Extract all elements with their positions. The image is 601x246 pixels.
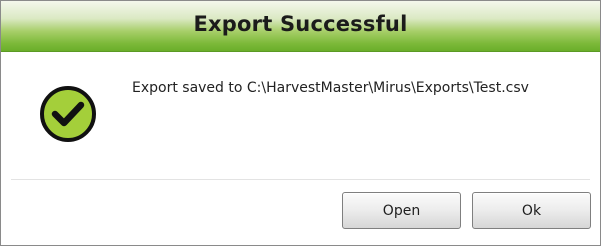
export-successful-dialog: Export Successful Export saved to C:\Har… [0,0,601,246]
check-circle-icon [31,83,105,145]
export-message: Export saved to C:\HarvestMaster\Mirus\E… [132,80,529,96]
ok-button[interactable]: Ok [472,192,591,229]
dialog-title: Export Successful [193,12,408,36]
open-button[interactable]: Open [342,192,461,229]
divider [11,179,590,180]
title-bar[interactable]: Export Successful [1,1,600,52]
